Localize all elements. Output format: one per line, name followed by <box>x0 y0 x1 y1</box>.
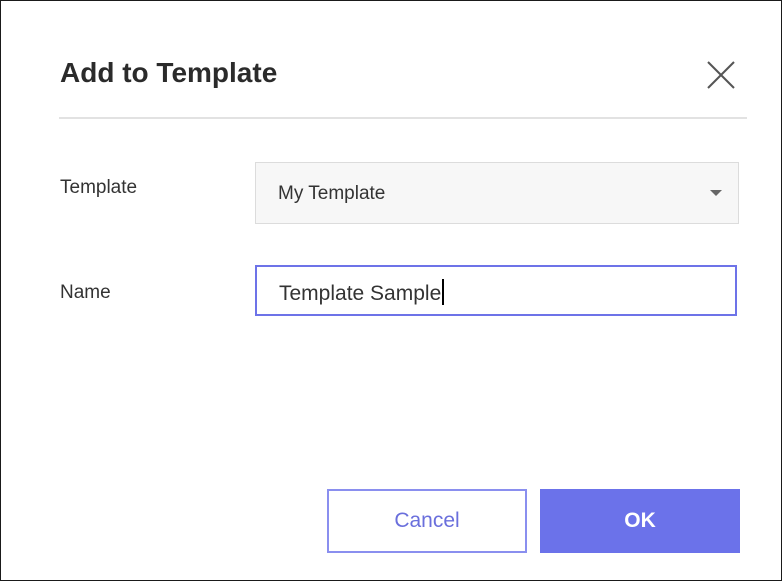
caret-down-icon <box>710 190 722 196</box>
add-to-template-dialog: Add to Template Template My Template Nam… <box>0 0 782 581</box>
name-input[interactable]: Template Sample <box>255 265 737 316</box>
close-button[interactable] <box>703 57 739 93</box>
header-divider <box>59 117 747 119</box>
template-label: Template <box>60 177 138 198</box>
template-select[interactable]: My Template <box>255 162 739 224</box>
name-input-value: Template Sample <box>279 282 442 305</box>
ok-button[interactable]: OK <box>540 489 740 553</box>
name-label: Name <box>60 282 111 303</box>
text-caret <box>442 279 445 305</box>
template-select-value: My Template <box>278 183 386 204</box>
dialog-title: Add to Template <box>60 57 278 88</box>
cancel-button[interactable]: Cancel <box>327 489 527 553</box>
close-icon <box>707 61 735 89</box>
